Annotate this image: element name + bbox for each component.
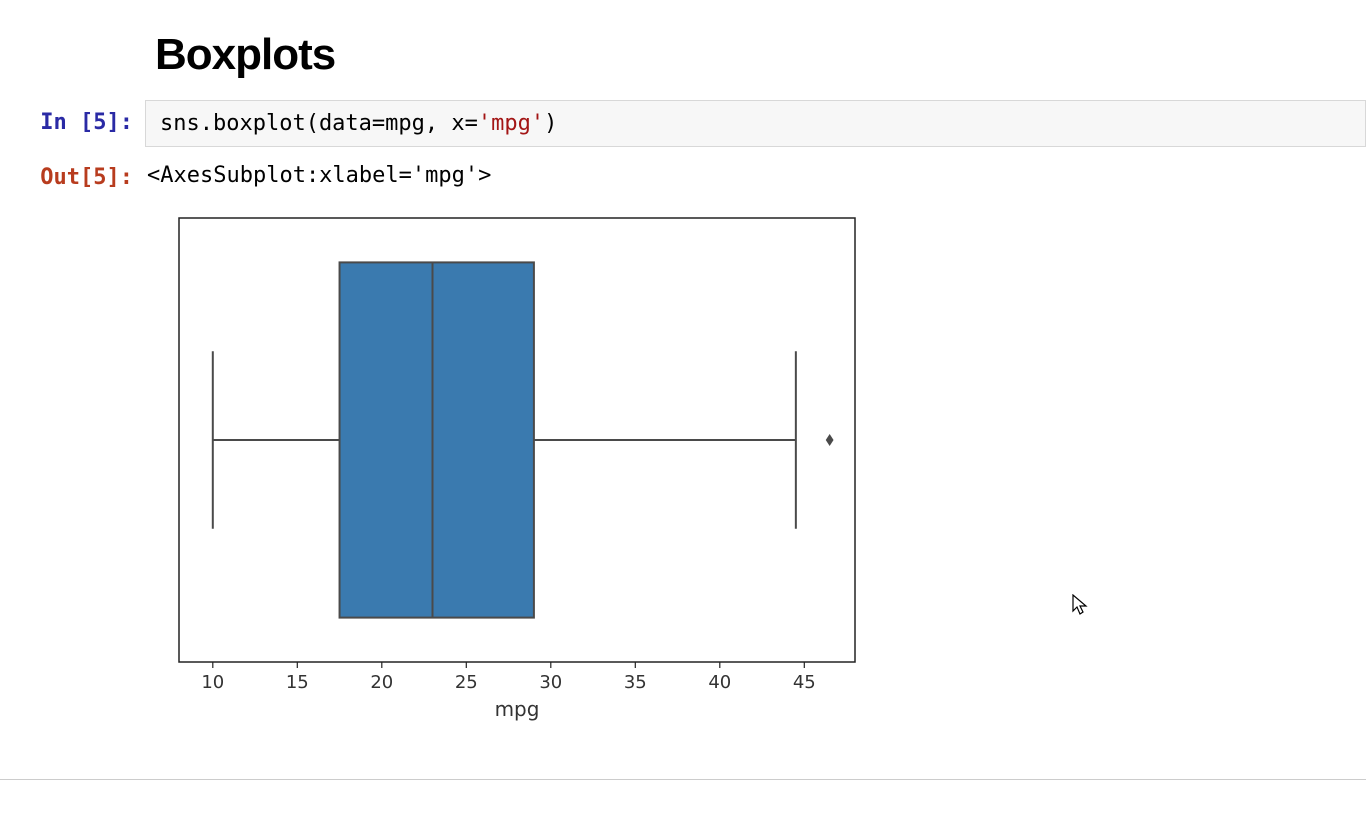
boxplot-svg: 10 15 20 25 30 35 40 45 mpg — [155, 210, 875, 750]
svg-text:20: 20 — [370, 672, 393, 693]
section-divider — [0, 779, 1366, 780]
svg-text:25: 25 — [455, 672, 478, 693]
input-cell-row: In [5]: sns.boxplot(data=mpg, x='mpg') — [0, 100, 1366, 147]
output-prompt: Out[5]: — [0, 155, 145, 190]
svg-text:45: 45 — [793, 672, 816, 693]
svg-text:15: 15 — [286, 672, 309, 693]
section-heading: Boxplots — [155, 30, 1366, 80]
svg-text:30: 30 — [539, 672, 562, 693]
code-cell[interactable]: sns.boxplot(data=mpg, x='mpg') — [145, 100, 1366, 147]
svg-text:10: 10 — [201, 672, 224, 693]
svg-text:40: 40 — [708, 672, 731, 693]
svg-text:35: 35 — [624, 672, 647, 693]
svg-text:mpg: mpg — [495, 697, 540, 721]
output-cell-row: Out[5]: <AxesSubplot:xlabel='mpg'> — [0, 155, 1366, 196]
input-prompt: In [5]: — [0, 100, 145, 135]
boxplot-chart: 10 15 20 25 30 35 40 45 mpg — [155, 210, 1366, 755]
output-text: <AxesSubplot:xlabel='mpg'> — [145, 155, 1366, 196]
